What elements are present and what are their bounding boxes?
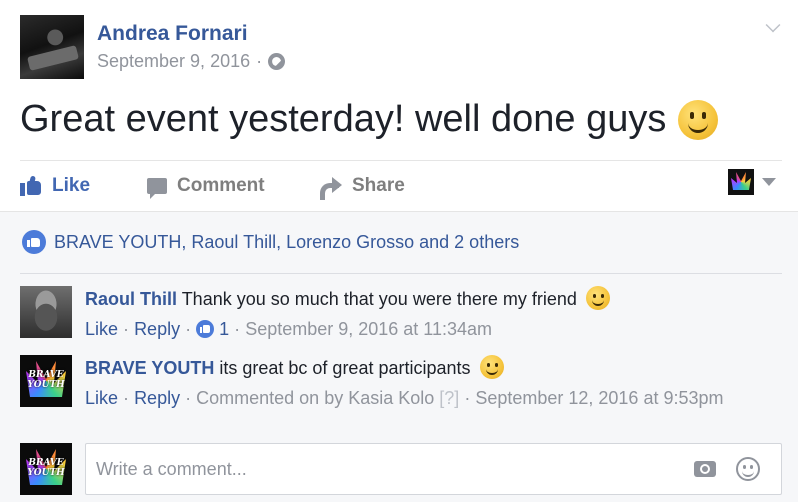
meta-separator: · (185, 319, 192, 339)
comment-meta: Like · Reply · 1 · September 9, 2016 at … (85, 317, 782, 341)
meta-separator: · (464, 388, 471, 408)
meta-separator: · (123, 319, 130, 339)
comment-timestamp[interactable]: September 9, 2016 at 11:34am (245, 319, 492, 339)
camera-icon[interactable] (694, 461, 716, 477)
comment-content: BRAVE YOUTH its great bc of great partic… (85, 355, 782, 380)
commenter-avatar[interactable] (20, 286, 72, 338)
chevron-down-icon[interactable] (765, 17, 781, 33)
globe-icon[interactable] (268, 53, 286, 70)
comment-text: its great bc of great participants (219, 358, 471, 378)
share-button-label: Share (352, 175, 405, 196)
comment-like-link[interactable]: Like (85, 319, 118, 339)
like-reaction-icon (22, 230, 46, 254)
share-arrow-icon (320, 177, 342, 200)
post-text: Great event yesterday! well done guys (20, 98, 719, 141)
meta-separator: · (256, 51, 263, 71)
author-name[interactable]: Andrea Fornari (97, 22, 248, 46)
comment-input[interactable] (85, 443, 782, 495)
comment-button[interactable]: Comment (147, 175, 265, 199)
likes-summary-text[interactable]: BRAVE YOUTH, Raoul Thill, Lorenzo Grosso… (54, 232, 519, 253)
wink-emoji-icon (585, 286, 610, 310)
meta-separator: · (234, 319, 241, 339)
commented-on-by[interactable]: Commented on by Kasia Kolo (196, 388, 434, 408)
divider (20, 273, 782, 274)
thumbs-up-icon (20, 175, 42, 196)
author-avatar[interactable] (20, 15, 84, 79)
comment-meta: Like · Reply · Commented on by Kasia Kol… (85, 386, 782, 410)
page-avatar (728, 169, 754, 195)
comment-button-label: Comment (177, 175, 265, 196)
like-button[interactable]: Like (20, 175, 90, 197)
commenter-name[interactable]: Raoul Thill (85, 289, 177, 309)
comment-content: Raoul Thill Thank you so much that you w… (85, 286, 782, 311)
share-button[interactable]: Share (320, 175, 405, 200)
comment-like-link[interactable]: Like (85, 388, 118, 408)
meta-separator: · (185, 388, 192, 408)
post-message: Great event yesterday! well done guys (20, 98, 667, 140)
page-identity-selector[interactable] (728, 169, 776, 195)
comment-timestamp[interactable]: September 12, 2016 at 9:53pm (475, 388, 723, 408)
smile-emoji-icon (678, 99, 719, 140)
composer-avatar (20, 443, 72, 495)
post-date[interactable]: September 9, 2016 (97, 51, 250, 72)
action-bar: Like Comment Share (20, 161, 782, 211)
commenter-name[interactable]: BRAVE YOUTH (85, 358, 214, 378)
likes-summary[interactable]: BRAVE YOUTH, Raoul Thill, Lorenzo Grosso… (22, 230, 519, 254)
post-card: Andrea Fornari September 9, 2016 · Great… (0, 0, 798, 502)
speech-bubble-icon (147, 178, 167, 199)
comment-item: Raoul Thill Thank you so much that you w… (20, 286, 782, 346)
comment-body: Raoul Thill Thank you so much that you w… (85, 286, 782, 341)
comment-reply-link[interactable]: Reply (134, 319, 180, 339)
comment-composer (20, 443, 782, 495)
avatar-guitar-shape (27, 45, 79, 71)
comment-text: Thank you so much that you were there my… (181, 289, 577, 309)
comment-body: BRAVE YOUTH its great bc of great partic… (85, 355, 782, 410)
post-meta: September 9, 2016 · (97, 51, 286, 72)
comment-item: BRAVE YOUTH its great bc of great partic… (20, 355, 782, 435)
emoji-icon[interactable] (736, 457, 760, 481)
help-bracket[interactable]: [?] (439, 388, 459, 408)
comment-reply-link[interactable]: Reply (134, 388, 180, 408)
meta-separator: · (123, 388, 130, 408)
like-count-icon[interactable] (196, 320, 215, 338)
comments-section: BRAVE YOUTH, Raoul Thill, Lorenzo Grosso… (0, 211, 798, 502)
wink-emoji-icon (479, 355, 504, 379)
commenter-avatar[interactable] (20, 355, 72, 407)
caret-down-icon (762, 178, 776, 186)
comment-like-count[interactable]: 1 (219, 319, 229, 339)
like-button-label: Like (52, 175, 91, 196)
